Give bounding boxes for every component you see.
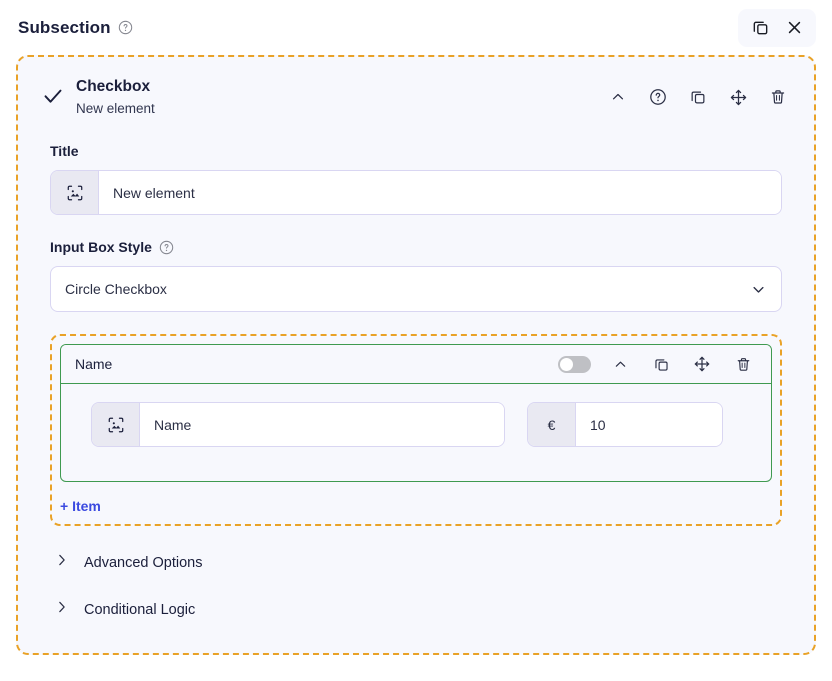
window-header: Subsection	[0, 0, 832, 55]
input-box-style-select[interactable]: Circle Checkbox	[50, 266, 782, 313]
items-group: Name Name € 10 + Item	[50, 334, 782, 527]
chevron-up-icon[interactable]	[604, 83, 632, 111]
title-input[interactable]: New element	[99, 171, 781, 215]
element-name-label: New element	[76, 100, 155, 116]
toggle-knob	[560, 357, 573, 371]
accordion-conditional-logic-label: Conditional Logic	[84, 601, 196, 618]
trash-icon[interactable]	[764, 83, 792, 111]
help-circle-icon[interactable]	[118, 20, 133, 35]
chevron-up-icon[interactable]	[606, 350, 634, 378]
item-name-input[interactable]: Name	[140, 403, 504, 447]
trash-icon[interactable]	[729, 350, 757, 378]
copy-icon[interactable]	[684, 83, 712, 111]
chevron-down-icon[interactable]	[750, 281, 767, 298]
duplicate-button[interactable]	[746, 14, 774, 42]
style-field-label-text: Input Box Style	[50, 239, 152, 256]
item-price-input-group[interactable]: € 10	[527, 402, 723, 448]
check-icon[interactable]	[36, 77, 70, 107]
item-name-input-group[interactable]: Name	[91, 402, 505, 448]
help-circle-icon[interactable]	[644, 83, 672, 111]
page-content: Checkbox New element Title New element I…	[0, 55, 832, 655]
page-title: Subsection	[18, 17, 111, 37]
accordion-conditional-logic[interactable]: Conditional Logic	[50, 599, 782, 620]
input-box-style-value: Circle Checkbox	[65, 281, 167, 298]
item-header: Name	[61, 345, 771, 385]
item-toggle[interactable]	[558, 355, 591, 373]
item-card: Name Name € 10	[60, 344, 772, 483]
element-title-block: Checkbox New element	[70, 77, 155, 119]
window-actions	[738, 8, 816, 47]
item-title: Name	[75, 356, 113, 373]
item-price-field: € 10	[527, 402, 723, 448]
image-icon[interactable]	[92, 403, 140, 447]
move-icon[interactable]	[688, 350, 716, 378]
element-type-label: Checkbox	[76, 78, 151, 95]
close-button[interactable]	[780, 14, 808, 42]
element-header-actions	[604, 77, 796, 111]
item-price-input[interactable]: 10	[576, 403, 722, 447]
item-name-field: Name	[91, 402, 505, 448]
element-header: Checkbox New element	[18, 57, 814, 125]
item-header-actions	[558, 350, 757, 378]
currency-prefix: €	[528, 403, 576, 447]
accordion-advanced-options[interactable]: Advanced Options	[50, 552, 782, 573]
style-field-label: Input Box Style	[50, 239, 782, 255]
element-body: Title New element Input Box Style Circle…	[18, 125, 814, 620]
help-circle-icon[interactable]	[159, 240, 174, 255]
element-card: Checkbox New element Title New element I…	[16, 55, 816, 655]
move-icon[interactable]	[724, 83, 752, 111]
image-icon[interactable]	[51, 171, 99, 215]
add-item-link[interactable]: + Item	[60, 498, 101, 514]
copy-icon[interactable]	[647, 350, 675, 378]
accordion-advanced-options-label: Advanced Options	[84, 554, 203, 571]
title-field-label: Title	[50, 143, 79, 160]
item-body: Name € 10	[61, 384, 771, 481]
title-input-group[interactable]: New element	[50, 170, 782, 216]
chevron-right-icon	[54, 552, 70, 573]
chevron-right-icon	[54, 599, 70, 620]
